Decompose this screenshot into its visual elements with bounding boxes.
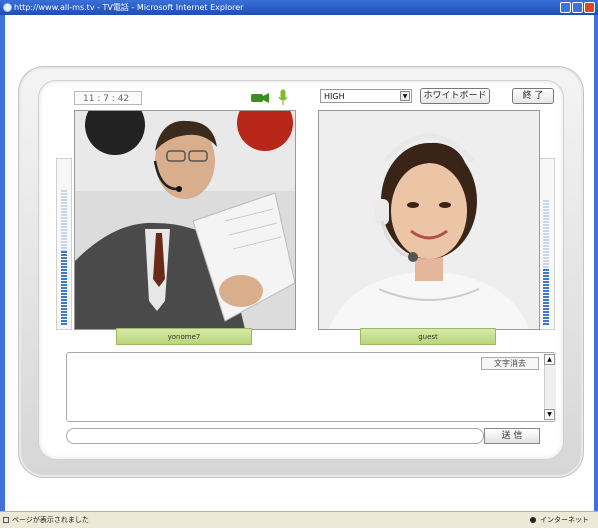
send-button[interactable]: 送 信	[484, 428, 540, 444]
window-frame-left	[0, 15, 5, 511]
end-button[interactable]: 終 了	[512, 88, 554, 104]
chevron-down-icon[interactable]: ▼	[400, 91, 410, 101]
left-audio-level-meter	[61, 190, 67, 326]
zone-text: インターネット	[540, 516, 589, 524]
message-input[interactable]	[66, 428, 484, 444]
remote-user-name: guest	[360, 328, 496, 345]
window-titlebar: http://www.all-ms.tv - TV電話 - Microsoft …	[0, 0, 598, 15]
quality-select[interactable]: HIGH ▼	[320, 89, 412, 103]
local-video-image	[75, 111, 295, 329]
internet-zone-icon	[530, 517, 536, 523]
camera-icon[interactable]	[250, 92, 270, 104]
scroll-up-icon[interactable]: ▲	[544, 354, 555, 365]
scroll-down-icon[interactable]: ▼	[544, 409, 555, 420]
clock-display: 11 : 7 : 42	[74, 91, 142, 105]
page-icon	[3, 517, 9, 523]
quality-value: HIGH	[324, 92, 345, 101]
status-bar: ページが表示されました インターネット	[0, 511, 598, 528]
local-user-name: yonome7	[116, 328, 252, 345]
window-title: http://www.all-ms.tv - TV電話 - Microsoft …	[14, 3, 244, 12]
remote-video-image	[319, 111, 539, 329]
local-video	[74, 110, 296, 330]
microphone-icon[interactable]	[278, 89, 288, 106]
window-frame-right	[594, 15, 598, 511]
right-audio-level-meter	[543, 200, 549, 326]
close-icon[interactable]	[584, 2, 595, 13]
whiteboard-button[interactable]: ホワイトボード	[420, 88, 490, 104]
clear-text-button[interactable]: 文字消去	[481, 357, 539, 370]
maximize-icon[interactable]	[572, 2, 583, 13]
remote-video	[318, 110, 540, 330]
status-text: ページが表示されました	[12, 516, 89, 524]
minimize-icon[interactable]	[560, 2, 571, 13]
ie-icon	[3, 3, 12, 12]
